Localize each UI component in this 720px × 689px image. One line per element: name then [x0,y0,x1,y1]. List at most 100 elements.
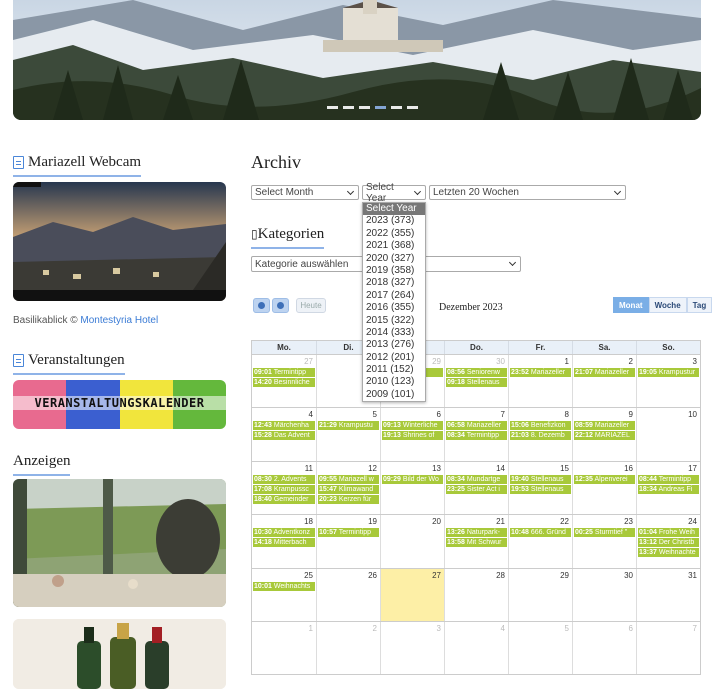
calendar-event[interactable]: 13:26 Naturpark- [446,528,507,538]
calendar-day[interactable]: 4 12:43 Märchenha 15:28 Das Advent [252,408,316,460]
year-option[interactable]: 2023 (373) [363,215,425,227]
calendar-event[interactable]: 21:29 Krampustu [318,421,379,431]
slide-dot[interactable] [391,106,402,109]
calendar-event[interactable]: 08:30 2. Advents [253,474,315,484]
calendar-event[interactable]: 12:43 Märchenha [253,421,315,431]
year-option[interactable]: 2009 (101) [363,389,425,401]
calendar-event[interactable]: 13:58 Mit Schwur [446,538,507,548]
calendar-day[interactable]: 10 [636,408,700,461]
year-option[interactable]: 2012 (201) [363,352,425,364]
calendar-day[interactable]: 1 [252,622,316,674]
calendar-event[interactable]: 12:35 Alpenverei [574,474,635,484]
calendar-event[interactable]: 23:52 Mariazeller [510,368,571,377]
calendar-day[interactable]: 30 08:56 Seniorenw 09:18 Stellenaus [444,355,508,408]
calendar-day[interactable]: 1 23:52 Mariazeller [508,355,572,408]
calendar-day-today[interactable]: 27 [380,568,444,621]
hero-slideshow[interactable] [13,0,701,120]
calendar-event[interactable]: 08:34 Mundartge [446,474,507,484]
year-option[interactable]: 2020 (327) [363,253,425,265]
calendar-day[interactable]: 2 [316,621,380,675]
weeks-select[interactable]: Letzten 20 Wochen [429,185,626,200]
calendar-day[interactable]: 21 13:26 Naturpark- 13:58 Mit Schwur [444,515,508,568]
year-option[interactable]: 2015 (322) [363,315,425,327]
calendar-event[interactable]: 08:34 Termintipp [446,431,507,441]
year-option[interactable]: Select Year [363,203,425,216]
calendar-day[interactable]: 6 09:13 Winterliche 19:13 Shrines of [380,408,444,461]
calendar-day[interactable]: 26 [316,568,380,621]
year-option[interactable]: 2013 (276) [363,339,425,351]
calendar-event[interactable]: 22:12 MARIAZEL [574,431,635,441]
calendar-event[interactable]: 08:56 Seniorenw [446,368,507,377]
calendar-day[interactable]: 13 09:29 Bild der Wo [380,461,444,515]
calendar-day[interactable]: 11 08:30 2. Advents 17:08 Krampussc 18:40 G… [252,462,316,514]
calendar-day[interactable]: 7 [636,621,700,675]
webcam-credit-link[interactable]: Montestyria Hotel [80,315,158,326]
calendar-day[interactable]: 15 19:40 Stellenaus 19:53 Stellenaus [508,461,572,515]
calendar-day[interactable]: 3 [380,621,444,675]
calendar-day[interactable]: 18 10:30 Adventkonz 14:18 Mitterbach [252,515,316,567]
year-option[interactable]: 2019 (358) [363,265,425,277]
calendar-event[interactable]: 13:37 Weihnachte [638,548,699,558]
calendar-event[interactable]: 10:48 666. Gründ [510,528,571,538]
prev-month-button[interactable] [253,298,270,313]
webcam-image[interactable] [13,182,226,301]
events-calendar-banner[interactable]: VERANSTALTUNGSKALENDER [13,380,226,429]
calendar-event[interactable]: 15:06 Benefizkon [510,421,571,431]
calendar-event[interactable]: 21:07 Mariazeller [574,368,635,377]
calendar-event[interactable]: 23:25 Sister Act i [446,484,507,494]
calendar-day[interactable]: 24 01:04 Frohe Weih 13:12 Der Christb 13:37… [636,515,700,568]
view-day-button[interactable]: Tag [686,297,713,313]
calendar-event[interactable]: 10:30 Adventkonz [253,528,315,538]
calendar-day[interactable]: 31 [636,568,700,621]
calendar-event[interactable]: 19:13 Shrines of [382,431,443,441]
calendar-event[interactable]: 18:34 Andreas Fi [638,484,699,494]
calendar-event[interactable]: 06:58 Mariazeller [446,421,507,431]
today-button[interactable]: Heute [296,298,326,313]
year-option[interactable]: 2011 (152) [363,364,425,376]
calendar-day[interactable]: 14 08:34 Mundartge 23:25 Sister Act i [444,461,508,515]
calendar-event[interactable]: 09:55 Mariazell w [318,474,379,484]
calendar-day[interactable]: 28 [444,568,508,621]
calendar-day[interactable]: 9 08:59 Mariazeller 22:12 MARIAZEL [572,408,636,461]
calendar-event[interactable]: 19:05 Krampustur [638,368,699,377]
calendar-event[interactable]: 09:29 Bild der Wo [382,474,443,484]
year-option[interactable]: 2018 (327) [363,277,425,289]
ad-image-train[interactable] [13,479,226,607]
year-option[interactable]: 2010 (123) [363,376,425,388]
calendar-day[interactable]: 20 [380,515,444,568]
view-month-button[interactable]: Monat [613,297,649,313]
slide-dot[interactable] [327,106,338,109]
slide-dot[interactable] [407,106,418,109]
calendar-day[interactable]: 23 00:25 Sturmtief " [572,515,636,568]
calendar-event[interactable]: 09:01 Termintipp [253,368,315,377]
calendar-event[interactable]: 09:13 Winterliche [382,421,443,431]
calendar-day[interactable]: 5 21:29 Krampustu [316,408,380,461]
next-month-button[interactable] [272,298,289,313]
calendar-day[interactable]: 25 10:01 Weihnachts [252,569,316,621]
calendar-event[interactable]: 20:23 Kerzen für [318,494,379,504]
calendar-event[interactable]: 18:40 Gemeinder [253,494,315,504]
calendar-event[interactable]: 19:40 Stellenaus [510,474,571,484]
calendar-day[interactable]: 19 10:57 Termintipp [316,515,380,568]
calendar-event[interactable]: 15:28 Das Advent [253,431,315,441]
ad-image-liquor[interactable] [13,619,226,689]
calendar-day[interactable]: 27 09:01 Termintipp 14:20 Besinnliche [252,355,316,407]
year-select[interactable]: Select Year [362,182,426,204]
calendar-event[interactable]: 15:47 Klimawand [318,484,379,494]
view-week-button[interactable]: Woche [648,297,687,313]
calendar-day[interactable]: 3 19:05 Krampustur [636,355,700,408]
calendar-event[interactable]: 01:04 Frohe Weih [638,528,699,538]
calendar-day[interactable]: 8 15:06 Benefizkon 21:03 8. Dezemb [508,408,572,461]
calendar-event[interactable]: 17:08 Krampussc [253,484,315,494]
month-select[interactable]: Select Month [251,185,359,200]
year-option[interactable]: 2022 (355) [363,228,425,240]
year-option[interactable]: 2014 (333) [363,327,425,339]
calendar-event[interactable]: 21:03 8. Dezemb [510,431,571,441]
calendar-event[interactable]: 10:57 Termintipp [318,528,379,538]
calendar-day[interactable]: 17 08:44 Termintipp 18:34 Andreas Fi [636,461,700,515]
calendar-event[interactable]: 08:59 Mariazeller [574,421,635,431]
calendar-day[interactable]: 7 06:58 Mariazeller 08:34 Termintipp [444,408,508,461]
calendar-event[interactable]: 09:18 Stellenaus [446,378,507,387]
calendar-day[interactable]: 2 21:07 Mariazeller [572,355,636,408]
calendar-day[interactable]: 29 [508,568,572,621]
